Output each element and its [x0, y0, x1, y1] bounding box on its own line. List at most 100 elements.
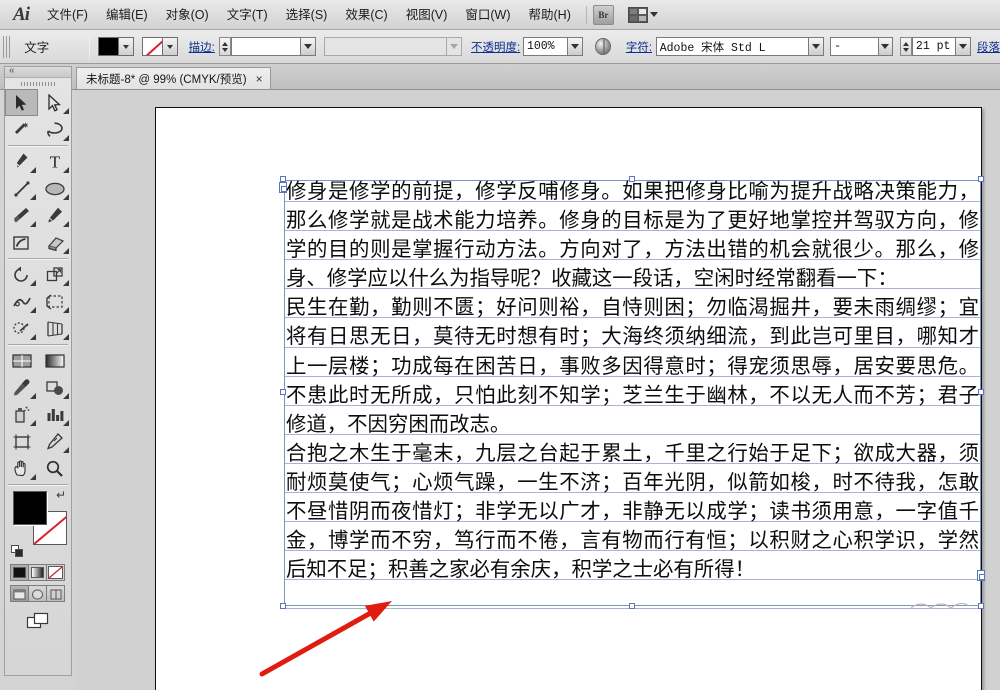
stroke-weight-dropdown-button[interactable]: [301, 37, 316, 56]
tool-flyout-indicator[interactable]: [30, 474, 36, 480]
go-to-bridge-button[interactable]: Br: [592, 4, 614, 25]
lasso-tool[interactable]: [38, 116, 71, 143]
gradient-mode-button[interactable]: [28, 564, 47, 581]
handle-bottom-right[interactable]: [978, 603, 984, 609]
handle-bottom-left[interactable]: [280, 603, 286, 609]
menu-edit[interactable]: 编辑(E): [97, 4, 157, 26]
tool-flyout-indicator[interactable]: [30, 221, 36, 227]
paintbrush-tool[interactable]: [5, 202, 38, 229]
tool-flyout-indicator[interactable]: [30, 194, 36, 200]
eyedropper-tool[interactable]: [5, 374, 38, 401]
tool-flyout-indicator[interactable]: [30, 393, 36, 399]
character-label[interactable]: 字符:: [626, 39, 652, 55]
menu-help[interactable]: 帮助(H): [520, 4, 580, 26]
menu-effect[interactable]: 效果(C): [336, 4, 396, 26]
tool-flyout-indicator[interactable]: [63, 420, 69, 426]
stroke-color-control[interactable]: [141, 37, 178, 56]
stroke-label[interactable]: 描边:: [189, 39, 215, 55]
tool-flyout-indicator[interactable]: [63, 334, 69, 340]
tool-flyout-indicator[interactable]: [30, 280, 36, 286]
tool-flyout-indicator[interactable]: [63, 393, 69, 399]
tools-panel-collapse-button[interactable]: [5, 65, 71, 78]
tool-flyout-indicator[interactable]: [63, 280, 69, 286]
handle-top-right[interactable]: [978, 176, 984, 182]
menu-object[interactable]: 对象(O): [157, 4, 218, 26]
menu-window[interactable]: 窗口(W): [456, 4, 519, 26]
document-tab[interactable]: 未标题-8* @ 99% (CMYK/预览) ×: [76, 67, 271, 89]
stroke-weight-stepper[interactable]: [218, 37, 231, 56]
opacity-input[interactable]: 100%: [522, 37, 568, 56]
recolor-artwork-icon[interactable]: [595, 38, 612, 55]
close-icon[interactable]: ×: [256, 73, 263, 85]
stroke-swatch-none-icon[interactable]: [141, 37, 163, 56]
direct-selection-tool[interactable]: [38, 89, 71, 116]
selection-tool[interactable]: [5, 89, 38, 116]
full-screen-mode-button[interactable]: [46, 585, 65, 602]
font-size-input[interactable]: 21 pt: [911, 37, 956, 56]
workspace-switcher[interactable]: [627, 6, 658, 23]
blend-tool[interactable]: [38, 374, 71, 401]
menu-file[interactable]: 文件(F): [38, 4, 97, 26]
slice-tool[interactable]: [38, 428, 71, 455]
artboard-tool[interactable]: [5, 428, 38, 455]
tool-flyout-indicator[interactable]: [63, 167, 69, 173]
shape-builder-tool[interactable]: [5, 315, 38, 342]
tool-flyout-indicator[interactable]: [63, 307, 69, 313]
canvas-area[interactable]: 修身是修学的前提，修学反哺修身。如果把修身比喻为提升战略决策能力，那么修学就是战…: [76, 90, 1000, 690]
perspective-grid-tool[interactable]: [38, 315, 71, 342]
stroke-profile-dropdown-button[interactable]: [447, 37, 462, 56]
font-size-stepper[interactable]: [899, 37, 912, 56]
stroke-weight-input[interactable]: [230, 37, 302, 56]
tools-panel-grip[interactable]: [5, 78, 71, 89]
handle-middle-right[interactable]: [978, 389, 984, 395]
column-graph-tool[interactable]: [38, 401, 71, 428]
opacity-label[interactable]: 不透明度:: [471, 39, 520, 55]
gradient-tool[interactable]: [38, 347, 71, 374]
rotate-tool[interactable]: [5, 261, 38, 288]
tool-flyout-indicator[interactable]: [63, 108, 69, 114]
text-out-port-overset[interactable]: [977, 570, 985, 581]
mesh-tool[interactable]: [5, 347, 38, 374]
tool-flyout-indicator[interactable]: [63, 135, 69, 141]
fill-color-control[interactable]: [98, 37, 135, 56]
hand-tool[interactable]: [5, 455, 38, 482]
eraser-tool[interactable]: [38, 229, 71, 256]
font-style-input[interactable]: -: [830, 37, 879, 56]
blob-brush-tool[interactable]: [5, 229, 38, 256]
font-family-input[interactable]: Adobe 宋体 Std L: [655, 37, 809, 56]
tool-flyout-indicator[interactable]: [30, 167, 36, 173]
menu-select[interactable]: 选择(S): [277, 4, 337, 26]
opacity-dropdown-button[interactable]: [567, 37, 583, 56]
text-in-port[interactable]: [279, 182, 287, 193]
normal-screen-mode-button[interactable]: [10, 585, 29, 602]
scale-tool[interactable]: [38, 261, 71, 288]
fill-color-swatch[interactable]: [13, 491, 47, 525]
line-segment-tool[interactable]: [5, 175, 38, 202]
swap-fill-stroke-icon[interactable]: ↵: [56, 489, 69, 501]
menu-type[interactable]: 文字(T): [218, 4, 277, 26]
tool-flyout-indicator[interactable]: [30, 307, 36, 313]
artboard[interactable]: 修身是修学的前提，修学反哺修身。如果把修身比喻为提升战略决策能力，那么修学就是战…: [155, 107, 985, 690]
font-style-dropdown-button[interactable]: [878, 37, 894, 56]
tool-flyout-indicator[interactable]: [63, 447, 69, 453]
handle-top-center[interactable]: [629, 176, 635, 182]
symbol-sprayer-tool[interactable]: [5, 401, 38, 428]
font-size-dropdown-button[interactable]: [955, 37, 971, 56]
stroke-profile-input[interactable]: [324, 37, 448, 56]
tool-flyout-indicator[interactable]: [63, 194, 69, 200]
zoom-tool[interactable]: [38, 455, 71, 482]
none-mode-button[interactable]: [46, 564, 65, 581]
tool-flyout-indicator[interactable]: [30, 420, 36, 426]
default-fill-stroke-icon[interactable]: [11, 545, 24, 557]
color-mode-button[interactable]: [10, 564, 29, 581]
pencil-tool[interactable]: [38, 202, 71, 229]
tool-flyout-indicator[interactable]: [30, 334, 36, 340]
fill-swatch[interactable]: [98, 37, 120, 56]
tool-flyout-indicator[interactable]: [63, 221, 69, 227]
full-screen-with-menu-button[interactable]: [28, 585, 47, 602]
text-frame-content[interactable]: 修身是修学的前提，修学反哺修身。如果把修身比喻为提升战略决策能力，那么修学就是战…: [286, 178, 979, 585]
magic-wand-tool[interactable]: [5, 116, 38, 143]
font-family-dropdown-button[interactable]: [808, 37, 824, 56]
free-transform-tool[interactable]: [38, 288, 71, 315]
pen-tool[interactable]: [5, 148, 38, 175]
